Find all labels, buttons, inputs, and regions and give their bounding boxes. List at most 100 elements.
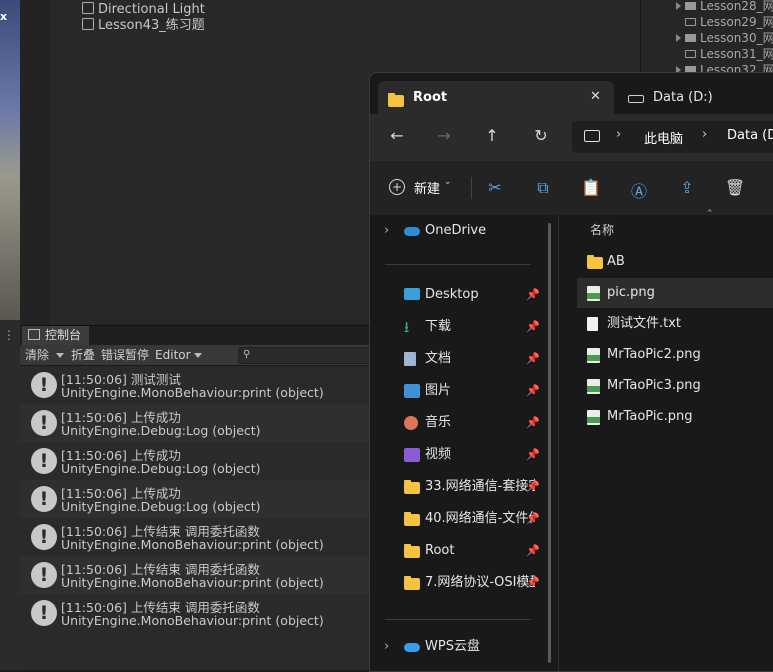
console-search-input[interactable]: ⚲ — [238, 347, 372, 364]
panel-menu-icon[interactable]: ⋮ — [3, 328, 15, 342]
file-row[interactable]: 测试文件.txt — [577, 309, 773, 339]
log-entry[interactable]: ! [11:50:06] 上传结束 调用委托函数 UnityEngine.Mon… — [20, 556, 370, 594]
info-icon: ! — [31, 448, 57, 474]
log-entry[interactable]: ! [11:50:06] 上传结束 调用委托函数 UnityEngine.Mon… — [20, 518, 370, 556]
delete-icon[interactable]: 🗑 — [724, 178, 746, 197]
tab-data-label: Data (D:) — [653, 90, 713, 105]
pin-icon[interactable]: 📌 — [526, 407, 540, 439]
command-divider — [471, 177, 472, 199]
pin-icon[interactable]: 📌 — [526, 375, 540, 407]
forward-arrow-icon[interactable]: → — [432, 126, 456, 145]
sidebar-item-desktop[interactable]: Desktop 📌 — [370, 279, 560, 311]
sidebar-item-root[interactable]: Root 📌 — [370, 535, 560, 567]
pin-icon[interactable]: 📌 — [526, 567, 540, 599]
tab-data-drive[interactable]: Data (D:) — [628, 81, 773, 114]
project-item[interactable]: Lesson28_网 — [676, 0, 773, 14]
clear-button[interactable]: 清除 — [22, 345, 52, 365]
expand-arrow-icon[interactable] — [676, 2, 681, 10]
collapse-button[interactable]: 折叠 — [68, 345, 98, 365]
folder-empty-icon — [685, 18, 696, 26]
sidebar-item-documents[interactable]: 文档 📌 — [370, 343, 560, 375]
computer-icon — [584, 130, 600, 142]
editor-target-dropdown[interactable]: Editor — [152, 345, 194, 365]
up-arrow-icon[interactable]: ↑ — [480, 126, 504, 145]
drive-icon — [628, 95, 644, 103]
sidebar-item-folder-33[interactable]: 33.网络通信-套接字 📌 — [370, 471, 560, 503]
info-icon: ! — [31, 410, 57, 436]
share-icon[interactable]: ⇪ — [676, 178, 698, 197]
scene-view-strip — [0, 0, 20, 320]
address-bar[interactable]: › 此电脑 › Data (D — [572, 121, 773, 153]
log-entry[interactable]: ! [11:50:06] 上传成功 UnityEngine.Debug:Log … — [20, 442, 370, 480]
expand-chevron-icon[interactable]: › — [384, 631, 389, 663]
folder-icon — [388, 93, 404, 107]
project-item[interactable]: Lesson31_网 — [685, 46, 773, 62]
sidebar-item-pictures[interactable]: 图片 📌 — [370, 375, 560, 407]
search-icon: ⚲ — [243, 349, 251, 360]
file-row[interactable]: AB — [577, 247, 773, 277]
refresh-icon[interactable]: ↻ — [529, 126, 553, 145]
pin-icon[interactable]: 📌 — [526, 439, 540, 471]
png-file-icon — [587, 410, 600, 425]
column-header-name[interactable]: 名称 — [590, 221, 614, 238]
pin-icon[interactable]: 📌 — [526, 279, 540, 311]
expand-chevron-icon[interactable]: › — [384, 215, 389, 247]
png-file-icon — [587, 379, 600, 394]
sidebar-item-music[interactable]: 音乐 📌 — [370, 407, 560, 439]
tab-root[interactable]: Root ✕ — [378, 81, 614, 114]
pin-icon[interactable]: 📌 — [526, 535, 540, 567]
breadcrumb-data-drive[interactable]: Data (D — [727, 128, 773, 143]
hierarchy-item-lesson43[interactable]: Lesson43_练习题 — [82, 18, 205, 34]
file-row[interactable]: MrTaoPic2.png — [577, 340, 773, 370]
file-row[interactable]: pic.png — [577, 278, 773, 308]
paste-icon[interactable]: 📋 — [580, 178, 602, 197]
sidebar-item-folder-7[interactable]: 7.网络协议-OSI模型 📌 — [370, 567, 560, 599]
hierarchy-item-directional-light[interactable]: Directional Light — [82, 2, 205, 18]
info-icon: ! — [31, 372, 57, 398]
breadcrumb-this-pc[interactable]: 此电脑 — [644, 128, 683, 147]
pin-icon[interactable]: 📌 — [526, 471, 540, 503]
pin-icon[interactable]: 📌 — [526, 311, 540, 343]
pin-icon[interactable]: 📌 — [526, 503, 540, 535]
log-entry[interactable]: ! [11:50:06] 上传结束 调用委托函数 UnityEngine.Mon… — [20, 594, 370, 632]
log-entry[interactable]: ! [11:50:06] 测试测试 UnityEngine.MonoBehavi… — [20, 366, 370, 404]
tab-console[interactable]: 控制台 — [22, 326, 90, 345]
png-file-icon — [587, 348, 600, 363]
cut-icon[interactable]: ✂ — [484, 178, 506, 197]
new-button[interactable]: + 新建 ⌄ — [382, 177, 452, 199]
sidebar-item-videos[interactable]: 视频 📌 — [370, 439, 560, 471]
back-arrow-icon[interactable]: ← — [385, 126, 409, 145]
log-source: UnityEngine.MonoBehaviour:print (object) — [61, 575, 324, 590]
folder-empty-icon — [685, 50, 696, 58]
onedrive-icon — [404, 227, 420, 236]
error-pause-button[interactable]: 错误暂停 — [98, 345, 152, 365]
sidebar-item-folder-40[interactable]: 40.网络通信-文件传 📌 — [370, 503, 560, 535]
pin-icon[interactable]: 📌 — [526, 343, 540, 375]
tab-root-label: Root — [413, 90, 448, 105]
project-item[interactable]: Lesson30_网 — [676, 30, 773, 46]
folder-icon — [404, 544, 420, 558]
copy-icon[interactable]: ⧉ — [532, 178, 554, 198]
log-source: UnityEngine.Debug:Log (object) — [61, 461, 261, 476]
log-entry[interactable]: ! [11:50:06] 上传成功 UnityEngine.Debug:Log … — [20, 404, 370, 442]
clear-dropdown-icon[interactable] — [56, 352, 65, 358]
log-entry[interactable]: ! [11:50:06] 上传成功 UnityEngine.Debug:Log … — [20, 480, 370, 518]
folder-icon — [404, 512, 420, 526]
log-source: UnityEngine.Debug:Log (object) — [61, 423, 261, 438]
sort-ascending-icon: ⌃ — [706, 209, 714, 219]
chevron-down-icon: ⌄ — [444, 177, 452, 187]
close-tab-icon[interactable]: ✕ — [590, 89, 601, 104]
expand-arrow-icon[interactable] — [676, 34, 681, 42]
file-row[interactable]: MrTaoPic.png — [577, 402, 773, 432]
sidebar-divider — [385, 619, 531, 620]
info-icon: ! — [31, 486, 57, 512]
sidebar-item-wps-cloud[interactable]: › WPS云盘 — [370, 631, 560, 663]
sidebar-item-onedrive[interactable]: › OneDrive — [370, 215, 560, 247]
rename-icon[interactable]: Ⓐ — [628, 178, 650, 202]
project-item[interactable]: Lesson29_网 — [685, 14, 773, 30]
breadcrumb-separator-icon: › — [702, 127, 708, 142]
info-icon: ! — [31, 524, 57, 550]
sidebar-item-downloads[interactable]: ⭳ 下载 📌 — [370, 311, 560, 343]
file-row[interactable]: MrTaoPic3.png — [577, 371, 773, 401]
folder-icon — [404, 576, 420, 590]
